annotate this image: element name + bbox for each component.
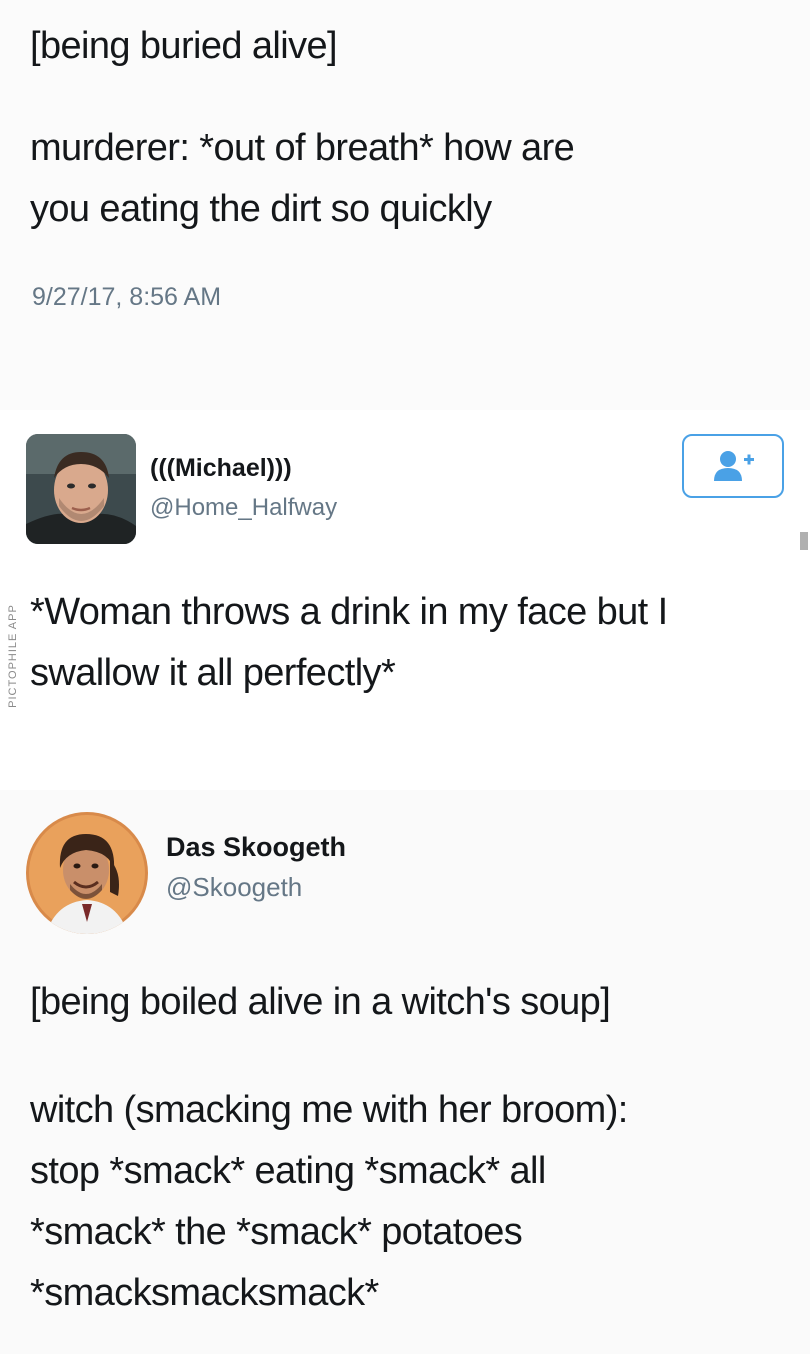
- tweet-timestamp[interactable]: 9/27/17, 8:56 AM: [32, 283, 221, 312]
- follow-button[interactable]: [682, 434, 784, 498]
- watermark-text: PICTOPHILE APP: [7, 604, 19, 708]
- display-name[interactable]: (((Michael))): [150, 454, 292, 483]
- add-user-icon: [714, 451, 754, 481]
- user-handle[interactable]: @Home_Halfway: [150, 494, 337, 522]
- avatar-photo: [26, 434, 136, 544]
- tweet-scene-text: [being buried alive]: [30, 25, 338, 67]
- tweet-dialogue-text: murderer: *out of breath* how are you ea…: [30, 127, 575, 230]
- avatar-photo: [26, 812, 148, 934]
- tweet-dialogue-text: witch (smacking me with her broom): stop…: [30, 1089, 628, 1314]
- tweet-top: [being buried alive] murderer: *out of b…: [0, 0, 810, 410]
- tweet-scene-text: [being boiled alive in a witch's soup]: [30, 981, 611, 1023]
- tweet-bottom: Das Skoogeth @Skoogeth [being boiled ali…: [0, 790, 810, 1354]
- avatar[interactable]: [26, 812, 148, 934]
- avatar[interactable]: [26, 434, 136, 544]
- tweet-text: *Woman throws a drink in my face but I s…: [30, 591, 668, 694]
- scrollbar-marker: [800, 532, 808, 550]
- tweet-middle: (((Michael))) @Home_Halfway PICTOPHILE A…: [0, 410, 810, 790]
- user-handle[interactable]: @Skoogeth: [166, 872, 302, 903]
- display-name[interactable]: Das Skoogeth: [166, 832, 346, 863]
